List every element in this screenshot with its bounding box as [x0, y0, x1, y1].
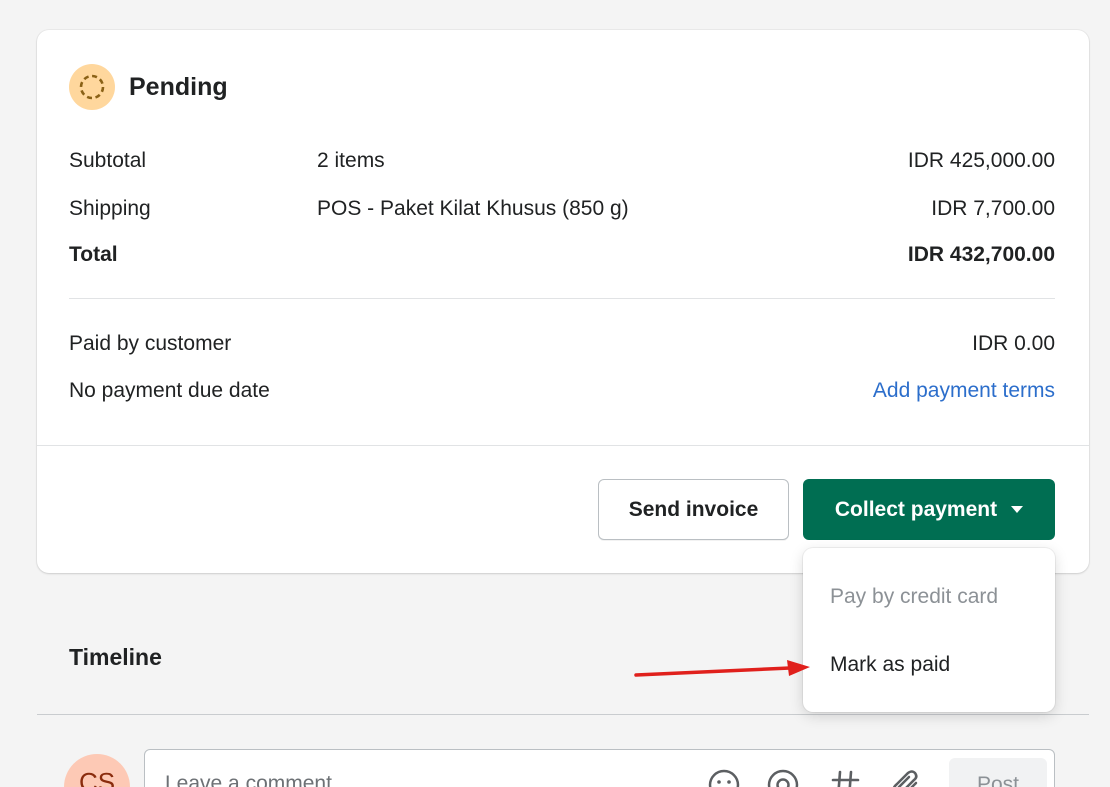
- timeline-title: Timeline: [69, 644, 162, 670]
- comment-input[interactable]: [165, 772, 645, 787]
- total-label: Total: [69, 243, 118, 266]
- menu-item-pay-by-credit-card[interactable]: Pay by credit card: [830, 585, 998, 609]
- payment-status: Pending: [69, 64, 228, 110]
- menu-item-mark-as-paid[interactable]: Mark as paid: [830, 653, 950, 677]
- paid-amount: IDR 0.00: [972, 332, 1055, 355]
- paid-label: Paid by customer: [69, 332, 232, 355]
- annotation-arrow-icon: [634, 660, 810, 677]
- due-date-label: No payment due date: [69, 379, 270, 402]
- mention-icon[interactable]: [766, 768, 800, 787]
- add-payment-terms-link[interactable]: Add payment terms: [873, 379, 1055, 403]
- collect-payment-menu: Pay by credit card Mark as paid: [803, 548, 1055, 712]
- shipping-row: Shipping POS - Paket Kilat Khusus (850 g…: [69, 194, 1055, 224]
- pending-circle-icon: [69, 64, 115, 110]
- paid-row: Paid by customer IDR 0.00: [69, 329, 1055, 359]
- total-row: Total IDR 432,700.00: [69, 240, 1055, 270]
- hashtag-icon[interactable]: [828, 768, 862, 787]
- timeline-divider: [37, 714, 1089, 715]
- status-label: Pending: [129, 72, 228, 101]
- total-amount: IDR 432,700.00: [907, 243, 1055, 266]
- shipping-label: Shipping: [69, 197, 151, 220]
- subtotal-items: 2 items: [317, 149, 385, 172]
- due-date-row: No payment due date Add payment terms: [69, 376, 1055, 406]
- subtotal-label: Subtotal: [69, 149, 147, 172]
- summary-divider: [69, 298, 1055, 299]
- caret-down-icon: [1011, 506, 1024, 513]
- footer-divider: [37, 445, 1089, 446]
- collect-payment-label: Collect payment: [834, 497, 998, 521]
- avatar: CS: [64, 754, 130, 787]
- post-button[interactable]: Post: [949, 758, 1047, 787]
- send-invoice-button[interactable]: Send invoice: [598, 479, 789, 540]
- emoji-icon[interactable]: [707, 768, 741, 787]
- shipping-method: POS - Paket Kilat Khusus (850 g): [317, 197, 629, 220]
- subtotal-amount: IDR 425,000.00: [907, 149, 1055, 172]
- collect-payment-button[interactable]: Collect payment: [803, 479, 1055, 540]
- shipping-amount: IDR 7,700.00: [931, 197, 1055, 220]
- attachment-icon[interactable]: [889, 768, 923, 787]
- payment-summary-card: Pending Subtotal 2 items IDR 425,000.00 …: [37, 30, 1089, 573]
- subtotal-row: Subtotal 2 items IDR 425,000.00: [69, 146, 1055, 176]
- comment-composer: Post: [144, 749, 1055, 787]
